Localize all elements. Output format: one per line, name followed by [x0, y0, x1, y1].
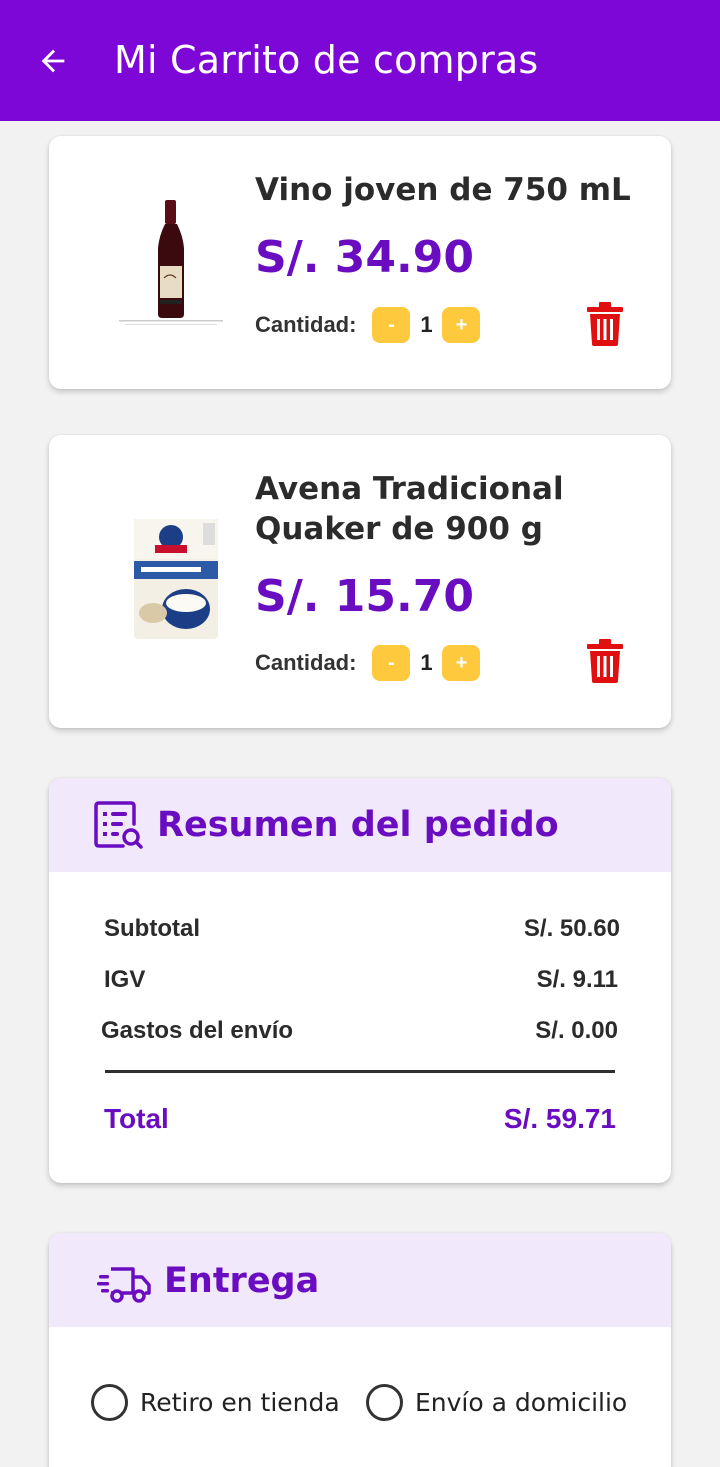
summary-row-label: Gastos del envío — [101, 1017, 294, 1044]
summary-title: Resumen del pedido — [157, 805, 559, 845]
radio-home-delivery[interactable]: Envío a domicilio — [366, 1384, 627, 1421]
product-price: S/. 15.70 — [255, 571, 474, 622]
summary-row-label: IGV — [104, 966, 146, 993]
summary-row-value: S/. 0.00 — [535, 1017, 618, 1044]
wine-bottle-image — [119, 200, 223, 325]
increase-quantity-button[interactable]: + — [442, 307, 481, 343]
quantity-value: 1 — [420, 650, 433, 675]
trash-icon[interactable] — [586, 639, 624, 683]
product-name-line: Avena Tradicional — [255, 471, 564, 507]
total-value: S/. 59.71 — [503, 1103, 616, 1134]
product-price: S/. 34.90 — [255, 232, 474, 283]
summary-row-value: S/. 50.60 — [523, 915, 620, 942]
quantity-stepper: Cantidad: - 1 + — [255, 645, 481, 681]
radio-circle[interactable] — [91, 1384, 128, 1421]
delivery-card: Entrega Retiro en tienda Envío a domicil… — [49, 1233, 671, 1467]
order-summary-card: Resumen del pedido Subtotal S/. 50.60 IG… — [49, 778, 671, 1183]
page-title: Mi Carrito de compras — [114, 38, 539, 82]
quantity-label: Cantidad: — [255, 312, 357, 337]
summary-row-value: S/. 9.11 — [536, 966, 618, 993]
arrow-left-icon[interactable] — [36, 44, 70, 78]
summary-divider — [105, 1070, 615, 1073]
receipt-search-icon — [94, 801, 143, 849]
radio-circle[interactable] — [366, 1384, 403, 1421]
trash-icon[interactable] — [586, 302, 624, 346]
radio-label: Envío a domicilio — [415, 1388, 628, 1417]
quantity-stepper: Cantidad: - 1 + — [255, 307, 481, 343]
quantity-label: Cantidad: — [255, 650, 357, 675]
decrease-quantity-button[interactable]: - — [372, 645, 411, 681]
delivery-title: Entrega — [164, 1261, 320, 1301]
decrease-quantity-button[interactable]: - — [372, 307, 411, 343]
delivery-header: Entrega — [49, 1233, 671, 1327]
radio-label: Retiro en tienda — [140, 1388, 340, 1417]
increase-quantity-button[interactable]: + — [442, 645, 481, 681]
radio-pickup-in-store[interactable]: Retiro en tienda — [91, 1384, 340, 1421]
summary-header: Resumen del pedido — [49, 778, 671, 872]
summary-row-label: Subtotal — [104, 915, 200, 942]
total-label: Total — [104, 1103, 169, 1134]
cart-item-card: Vino joven de 750 mL S/. 34.90 Cantidad:… — [49, 136, 671, 389]
product-name-line: Quaker de 900 g — [255, 511, 543, 547]
quantity-value: 1 — [420, 312, 433, 337]
product-name: Vino joven de 750 mL — [255, 172, 631, 208]
cart-item-card: Avena Tradicional Quaker de 900 g S/. 15… — [49, 435, 671, 728]
oats-bag-image — [134, 519, 218, 639]
app-bar: Mi Carrito de compras — [0, 0, 720, 121]
delivery-truck-icon — [97, 1267, 151, 1303]
product-name: Avena Tradicional Quaker de 900 g — [255, 469, 564, 549]
